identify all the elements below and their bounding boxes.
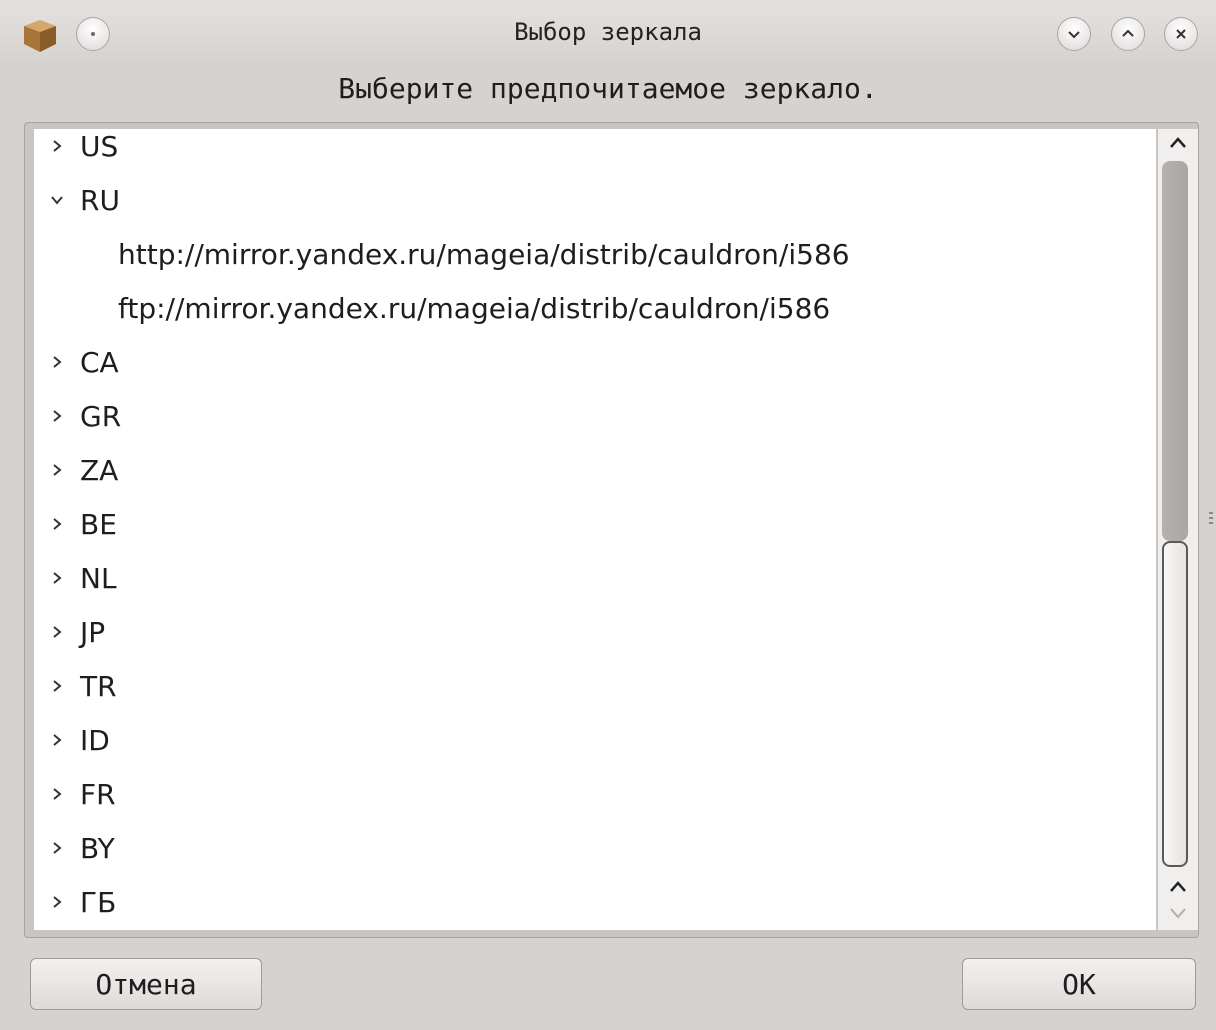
tree-item-us[interactable]: US xyxy=(34,129,1156,173)
scroll-up-arrow-icon[interactable] xyxy=(1168,133,1188,153)
tree-item-gr[interactable]: GR xyxy=(34,389,1156,443)
tree-item-be[interactable]: BE xyxy=(34,497,1156,551)
ok-button[interactable]: OK xyxy=(962,958,1196,1010)
tree-item-tr[interactable]: TR xyxy=(34,659,1156,713)
tree-item-gb[interactable]: ГБ xyxy=(34,875,1156,929)
tree-item-label: ГБ xyxy=(80,885,117,919)
tree-item-fr[interactable]: FR xyxy=(34,767,1156,821)
scroll-down-arrow-icon[interactable] xyxy=(1168,903,1188,923)
expand-arrow-icon[interactable] xyxy=(34,625,80,639)
tree-item-label: TR xyxy=(80,669,117,703)
expand-arrow-icon[interactable] xyxy=(34,463,80,477)
tree-item-id[interactable]: ID xyxy=(34,713,1156,767)
expand-arrow-icon[interactable] xyxy=(34,409,80,423)
tree-item-label: ID xyxy=(80,723,110,757)
mirror-url: http://mirror.yandex.ru/mageia/distrib/c… xyxy=(118,237,850,271)
chevron-up-icon xyxy=(1122,29,1134,37)
tree-item-label: RU xyxy=(80,183,120,217)
mirror-item-ftp[interactable]: ftp://mirror.yandex.ru/mageia/distrib/ca… xyxy=(34,281,1156,335)
mirror-tree[interactable]: US RU http://mirror.yandex.ru/mageia/dis… xyxy=(34,129,1156,930)
tree-item-za[interactable]: ZA xyxy=(34,443,1156,497)
chevron-down-icon xyxy=(1068,31,1080,39)
close-icon xyxy=(1176,29,1186,39)
tree-item-label: BE xyxy=(80,507,117,541)
scroll-track[interactable] xyxy=(1162,161,1188,541)
expand-arrow-icon[interactable] xyxy=(34,517,80,531)
tree-item-ru[interactable]: RU xyxy=(34,173,1156,227)
tree-item-by[interactable]: BY xyxy=(34,821,1156,875)
mirror-item-http[interactable]: http://mirror.yandex.ru/mageia/distrib/c… xyxy=(34,227,1156,281)
tree-item-label: ZA xyxy=(80,453,119,487)
tree-item-label: GR xyxy=(80,399,122,433)
cancel-button[interactable]: Отмена xyxy=(30,958,262,1010)
tree-item-label: US xyxy=(80,129,119,163)
expand-arrow-icon[interactable] xyxy=(34,895,80,909)
tree-item-label: JP xyxy=(80,615,106,649)
expand-arrow-icon[interactable] xyxy=(34,841,80,855)
expand-arrow-icon[interactable] xyxy=(34,139,80,153)
mirror-url: ftp://mirror.yandex.ru/mageia/distrib/ca… xyxy=(118,291,831,325)
vertical-scrollbar[interactable] xyxy=(1158,129,1198,930)
tree-item-label: BY xyxy=(80,831,115,865)
tree-item-nl[interactable]: NL xyxy=(34,551,1156,605)
maximize-button[interactable] xyxy=(1111,17,1145,51)
tree-item-label: NL xyxy=(80,561,117,595)
resize-grip-icon[interactable] xyxy=(1209,512,1213,526)
tree-item-ca[interactable]: CA xyxy=(34,335,1156,389)
scroll-thumb[interactable] xyxy=(1162,541,1188,867)
expand-arrow-icon[interactable] xyxy=(34,679,80,693)
prompt-label: Выберите предпочитаемое зеркало. xyxy=(338,72,878,105)
tree-item-jp[interactable]: JP xyxy=(34,605,1156,659)
title-bar: Выбор зеркала xyxy=(0,0,1216,66)
expand-arrow-icon[interactable] xyxy=(34,355,80,369)
tree-item-label: FR xyxy=(80,777,116,811)
scroll-up-small-arrow-icon[interactable] xyxy=(1168,877,1188,897)
collapse-arrow-icon[interactable] xyxy=(34,193,80,207)
expand-arrow-icon[interactable] xyxy=(34,787,80,801)
close-button[interactable] xyxy=(1164,17,1198,51)
minimize-button[interactable] xyxy=(1057,17,1091,51)
expand-arrow-icon[interactable] xyxy=(34,571,80,585)
expand-arrow-icon[interactable] xyxy=(34,733,80,747)
tree-item-label: CA xyxy=(80,345,119,379)
window-title: Выбор зеркала xyxy=(514,18,702,46)
